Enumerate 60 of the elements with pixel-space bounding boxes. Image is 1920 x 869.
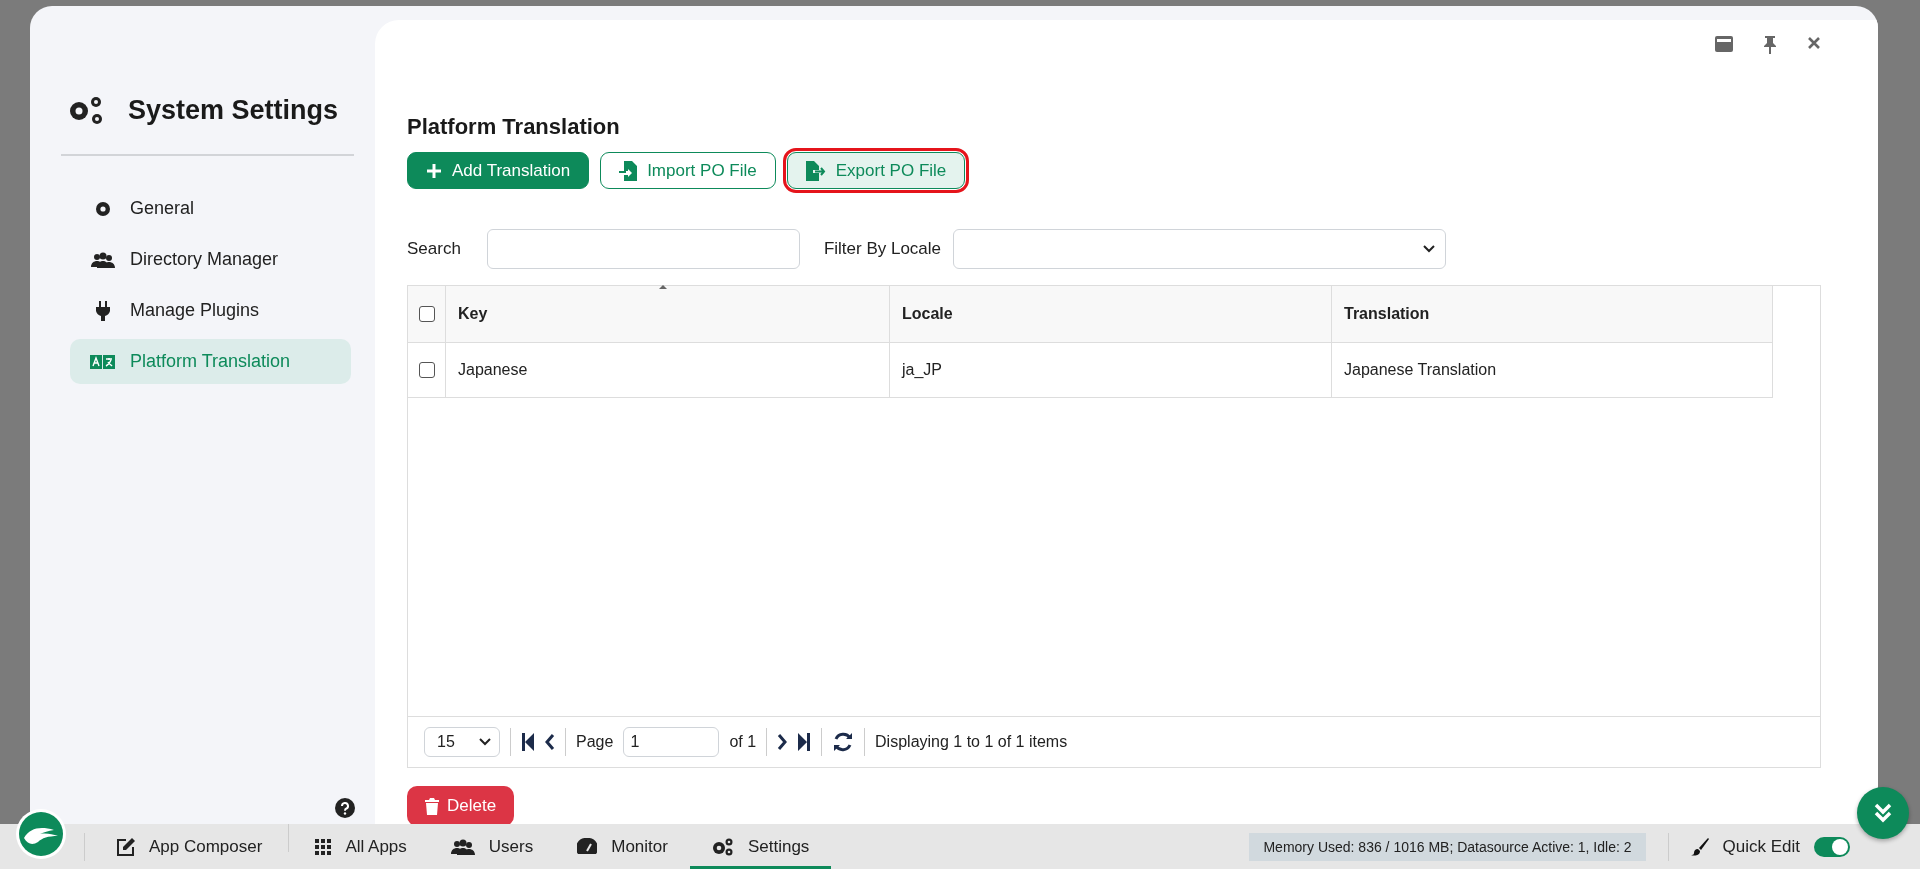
sidebar-item[interactable]: Platform Translation (70, 339, 351, 384)
search-label: Search (407, 239, 461, 259)
file-export-icon (805, 160, 826, 181)
chevron-down-icon (1423, 245, 1436, 253)
sidebar-title: System Settings (128, 94, 339, 126)
table-cell: ja_JP (902, 361, 943, 379)
taskbar-item[interactable]: Monitor (555, 824, 690, 869)
column-header[interactable]: Key (458, 305, 488, 323)
next-page-icon[interactable] (777, 733, 788, 751)
paintbrush-icon (1690, 837, 1709, 856)
gauge-icon (577, 837, 598, 856)
grid-icon (315, 838, 332, 855)
sort-caret-icon (658, 284, 668, 290)
memory-status: Memory Used: 836 / 1016 MB; Datasource Active: 1, Idle: 2 (1249, 832, 1646, 861)
last-page-icon[interactable] (797, 733, 812, 751)
page-title: Platform Translation (407, 114, 621, 140)
edit-icon (117, 837, 135, 856)
plug-icon (96, 300, 110, 321)
pin-icon[interactable] (1763, 36, 1777, 54)
table-cell: Japanese (458, 361, 528, 379)
search-field[interactable] (486, 229, 800, 269)
sidebar-item[interactable]: Directory Manager (70, 237, 351, 282)
first-page-icon[interactable] (521, 733, 535, 751)
checkbox[interactable] (418, 362, 435, 378)
page-label: Page (576, 733, 614, 751)
toolbar-button[interactable]: Import PO File (600, 152, 776, 189)
pagination-status: Displaying 1 to 1 of 1 items (875, 733, 1068, 751)
collapse-button[interactable] (1857, 787, 1909, 839)
users-icon (450, 837, 475, 856)
page-size-dropdown[interactable]: 15 (424, 727, 500, 757)
toolbar-button[interactable]: Add Translation (407, 152, 590, 189)
column-header[interactable]: Locale (902, 305, 953, 323)
taskbar-item[interactable]: Settings (689, 824, 832, 869)
locale-filter-label: Filter By Locale (823, 239, 942, 259)
double-chevron-down-icon (1873, 803, 1893, 823)
page-count: of 1 (729, 733, 757, 751)
trash-icon (425, 797, 439, 815)
plus-icon (426, 162, 442, 179)
quick-edit-toggle[interactable] (1814, 836, 1850, 857)
taskbar-item[interactable]: All Apps (293, 824, 429, 869)
refresh-icon[interactable] (832, 731, 855, 753)
chevron-down-icon (479, 738, 491, 746)
maximize-icon[interactable] (1715, 36, 1733, 52)
taskbar-item[interactable]: App Composer (95, 824, 285, 869)
delete-button[interactable]: Delete (407, 786, 515, 824)
previous-page-icon[interactable] (545, 733, 555, 751)
sidebar-item[interactable]: Manage Plugins (70, 288, 351, 333)
table-cell: Japanese Translation (1344, 361, 1497, 379)
file-import-icon (619, 160, 638, 181)
logo-icon[interactable] (15, 808, 67, 860)
column-header[interactable]: Translation (1344, 305, 1430, 323)
users-icon (91, 250, 115, 269)
quick-edit-label: Quick Edit (1722, 836, 1800, 857)
sidebar-item[interactable]: General (70, 186, 351, 231)
help-icon[interactable] (335, 798, 355, 818)
checkbox[interactable] (418, 306, 435, 322)
page-number-field[interactable]: 1 (623, 727, 720, 757)
close-icon[interactable] (1807, 36, 1821, 50)
translate-icon (90, 353, 116, 370)
taskbar-item[interactable]: Users (428, 824, 556, 869)
